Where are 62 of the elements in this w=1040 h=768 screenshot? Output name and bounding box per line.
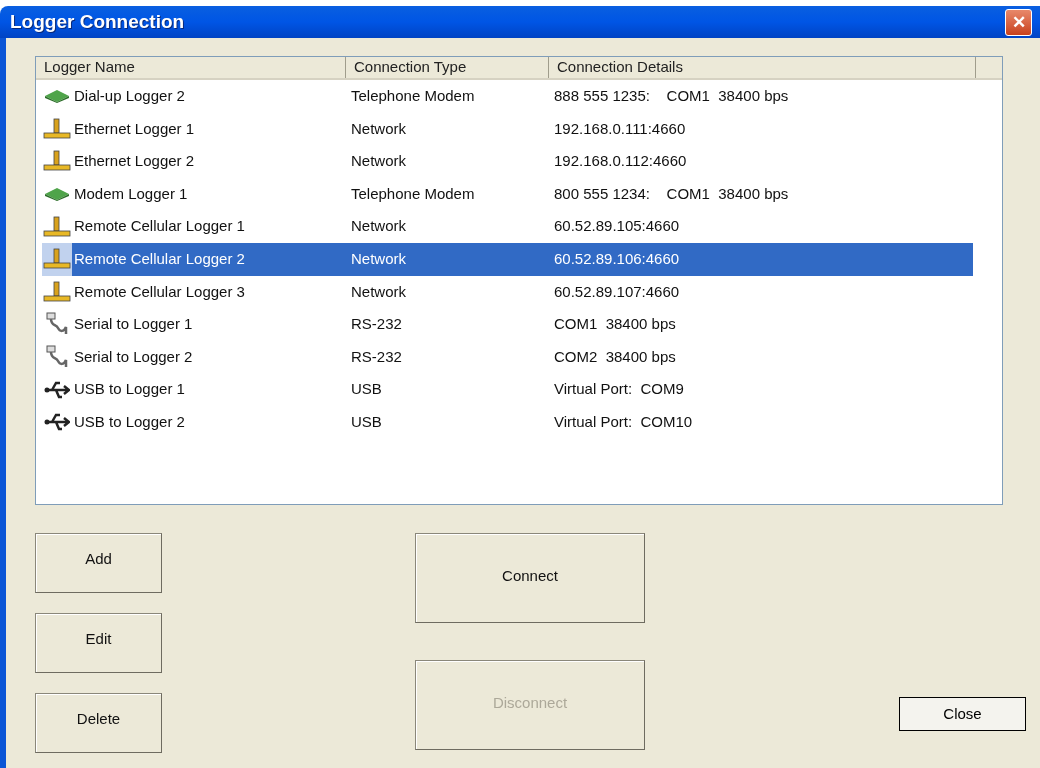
network-icon [43, 280, 71, 303]
connection-details: 192.168.0.112:4660 [553, 151, 688, 172]
connection-details: COM1 38400 bps [553, 314, 677, 335]
connection-details: 60.52.89.105:4660 [553, 216, 681, 237]
list-row[interactable]: Serial to Logger 1 RS-232 COM1 38400 bps [72, 308, 973, 341]
connection-type: Network [350, 118, 407, 139]
logger-name: Remote Cellular Logger 2 [73, 249, 246, 269]
list-row[interactable]: USB to Logger 1 USB Virtual Port: COM9 [72, 373, 973, 406]
connection-type: Network [350, 249, 407, 269]
network-icon [43, 248, 71, 271]
list-row[interactable]: Ethernet Logger 1 Network 192.168.0.111:4660 [72, 112, 973, 146]
cable-icon [44, 345, 70, 370]
connection-details: 60.52.89.107:4660 [553, 281, 681, 302]
connection-details: Virtual Port: COM10 [553, 412, 694, 432]
column-header[interactable]: Connection Type [346, 57, 549, 78]
list-row[interactable]: Modem Logger 1 Telephone Modem 800 555 1234: COM1 38400 bps [72, 177, 973, 211]
connection-type: USB [350, 379, 383, 400]
list-row[interactable]: Remote Cellular Logger 2 Network 60.52.89.106:4660 [72, 242, 973, 276]
logger-name: Serial to Logger 2 [73, 346, 194, 367]
logger-name: USB to Logger 1 [73, 379, 186, 400]
logger-name: Ethernet Logger 1 [73, 118, 196, 139]
connection-details: 192.168.0.111:4660 [553, 118, 687, 139]
logger-name: Remote Cellular Logger 1 [73, 216, 246, 237]
logger-name: Remote Cellular Logger 3 [73, 281, 246, 302]
connection-type: Network [350, 216, 407, 237]
network-icon [43, 215, 71, 238]
connection-type: Telephone Modem [350, 86, 476, 107]
connection-type: Telephone Modem [350, 183, 476, 204]
logger-name: USB to Logger 2 [73, 412, 186, 432]
logger-name: Dial-up Logger 2 [73, 86, 186, 107]
network-icon [43, 150, 71, 173]
logger-name: Serial to Logger 1 [73, 314, 194, 335]
logger-name: Ethernet Logger 2 [73, 151, 196, 172]
list-row[interactable]: Serial to Logger 2 RS-232 COM2 38400 bps [72, 340, 973, 374]
connect-button[interactable]: Connect [415, 533, 645, 623]
connection-details: COM2 38400 bps [553, 346, 677, 367]
column-header[interactable]: Logger Name [36, 57, 346, 78]
cable-icon [44, 312, 70, 337]
list-row[interactable]: Remote Cellular Logger 1 Network 60.52.89.105:4660 [72, 210, 973, 243]
edit-button[interactable]: Edit [35, 613, 162, 673]
close-button[interactable]: Close [899, 697, 1026, 731]
list-row[interactable]: Remote Cellular Logger 3 Network 60.52.89.107:4660 [72, 275, 973, 309]
modem-icon [44, 89, 70, 104]
network-icon [43, 117, 71, 140]
logger-name: Modem Logger 1 [73, 183, 189, 204]
delete-button[interactable]: Delete [35, 693, 162, 753]
connection-type: Network [350, 281, 407, 302]
list-row[interactable]: USB to Logger 2 USB Virtual Port: COM10 [72, 405, 973, 439]
connection-type: USB [350, 412, 383, 432]
connection-type: RS-232 [350, 346, 403, 367]
column-header[interactable]: Connection Details [549, 57, 976, 78]
modem-icon [44, 187, 70, 202]
window-title: Logger Connection [10, 9, 185, 34]
list-row[interactable]: Dial-up Logger 2 Telephone Modem 888 555 1235: COM1 38400 bps [72, 80, 973, 113]
connection-type: RS-232 [350, 314, 403, 335]
connection-details: 800 555 1234: COM1 38400 bps [553, 183, 790, 204]
connection-details: 888 555 1235: COM1 38400 bps [553, 86, 790, 107]
connection-details: 60.52.89.106:4660 [553, 249, 681, 269]
list-row[interactable]: Ethernet Logger 2 Network 192.168.0.112:4660 [72, 145, 973, 178]
connection-details: Virtual Port: COM9 [553, 379, 685, 400]
connection-type: Network [350, 151, 407, 172]
add-button[interactable]: Add [35, 533, 162, 593]
